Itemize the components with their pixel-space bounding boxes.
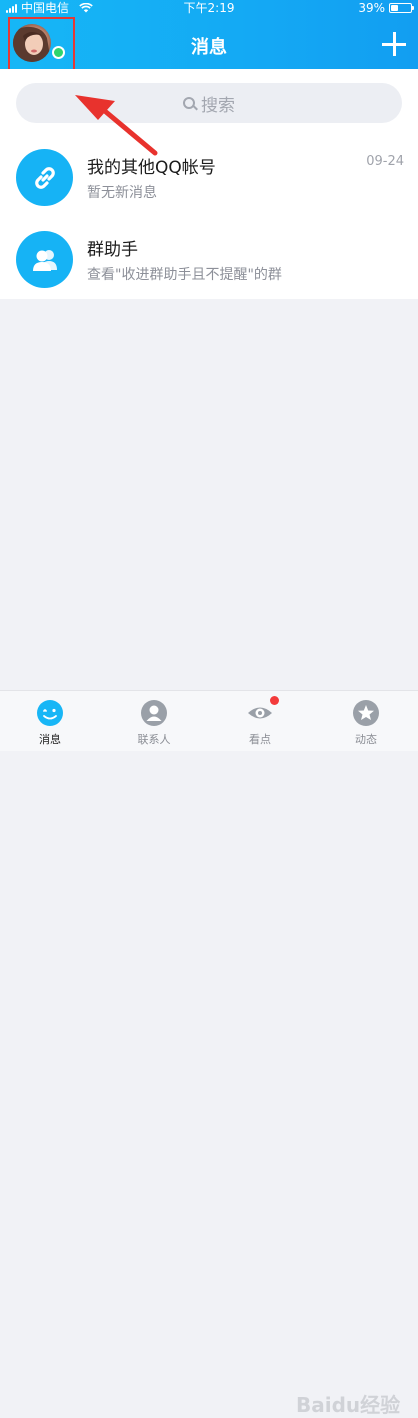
- tab-label: 联系人: [137, 733, 171, 746]
- search-icon: [183, 97, 195, 109]
- star-icon: [353, 700, 379, 726]
- tab-label: 消息: [39, 733, 61, 746]
- tab-bar: 消息 联系人 看点 动态 Baidu经验: [0, 690, 418, 1417]
- search-placeholder: 搜索: [201, 95, 235, 116]
- conversation-time: 09-24: [366, 154, 404, 169]
- tab-moments[interactable]: 动态: [326, 691, 406, 751]
- battery-icon: [389, 3, 414, 13]
- battery-percent: 39%: [358, 1, 385, 15]
- conversation-preview: 暂无新消息: [87, 185, 157, 201]
- notification-badge: [270, 696, 279, 705]
- conversation-list: 我的其他QQ帐号 暂无新消息 09-24 群助手 查看"收进群助手且不提醒"的群: [0, 135, 418, 299]
- status-bar: 中国电信 下午2:19 39%: [0, 0, 418, 16]
- conversation-title: 群助手: [87, 240, 138, 260]
- tab-kandian[interactable]: 看点: [220, 691, 300, 751]
- plus-icon[interactable]: [382, 32, 406, 56]
- list-item[interactable]: 群助手 查看"收进群助手且不提醒"的群: [0, 217, 418, 299]
- conversation-preview: 查看"收进群助手且不提醒"的群: [87, 267, 282, 283]
- conversation-title: 我的其他QQ帐号: [87, 158, 216, 178]
- tab-messages[interactable]: 消息: [10, 691, 90, 751]
- message-icon: [37, 700, 63, 726]
- list-item[interactable]: 我的其他QQ帐号 暂无新消息 09-24: [0, 135, 418, 217]
- battery-level: [391, 5, 398, 11]
- tab-contacts[interactable]: 联系人: [114, 691, 194, 751]
- tab-label: 看点: [249, 733, 271, 746]
- tab-label: 动态: [355, 733, 377, 746]
- group-icon: [16, 231, 73, 288]
- search-input[interactable]: 搜索: [16, 83, 402, 123]
- clock: 下午2:19: [183, 1, 235, 15]
- watermark: Baidu经验: [296, 1393, 401, 1417]
- search-bar-area: 搜索: [0, 69, 418, 135]
- link-icon: [16, 149, 73, 206]
- highlight-box: [8, 17, 75, 75]
- contacts-icon: [141, 700, 167, 726]
- eye-icon: [248, 707, 272, 719]
